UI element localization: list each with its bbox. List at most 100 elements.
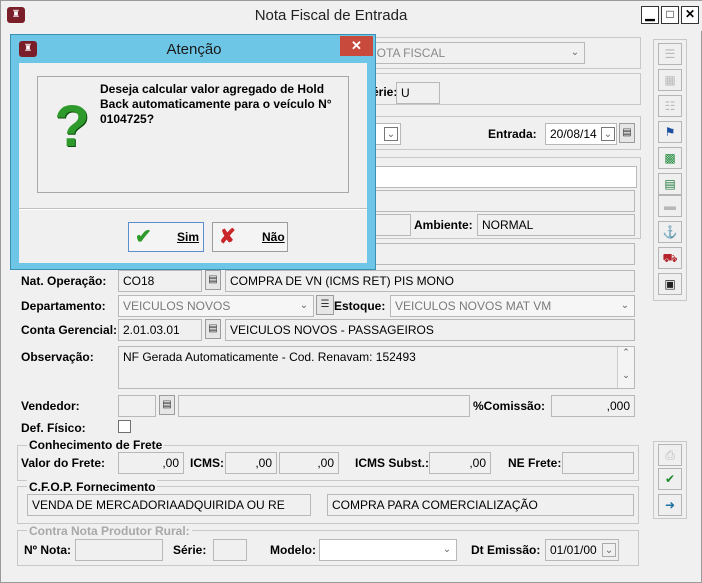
estoque-dropdown[interactable]: VEICULOS NOVOS MAT VM ⌄ <box>390 295 635 317</box>
entrada-date-value: 20/08/14 <box>550 127 597 141</box>
confirm-icon[interactable]: ✔ <box>658 468 682 490</box>
lookup-icon[interactable]: ▤ <box>159 395 175 415</box>
cfop-group-title: C.F.O.P. Fornecimento <box>27 480 158 494</box>
close-button[interactable]: ✕ <box>681 6 699 24</box>
vendedor-code-field[interactable] <box>118 395 156 417</box>
scrollbar[interactable]: ⌃ ⌄ <box>617 347 634 388</box>
nat-operacao-label: Nat. Operação: <box>21 274 107 288</box>
chevron-down-icon[interactable]: ⌄ <box>618 370 634 381</box>
departamento-dropdown[interactable]: VEICULOS NOVOS ⌄ <box>118 295 314 317</box>
chevron-down-icon: ⌄ <box>384 127 398 141</box>
ambiente-label: Ambiente: <box>414 218 473 232</box>
observacao-label: Observação: <box>21 350 94 364</box>
def-fisico-label: Def. Físico: <box>21 421 86 435</box>
x-icon: ✘ <box>219 226 236 248</box>
estoque-value: VEICULOS NOVOS MAT VM <box>395 299 552 313</box>
conta-gerencial-code-field[interactable]: 2.01.03.01 <box>118 319 202 341</box>
ne-frete-field[interactable] <box>562 452 634 474</box>
minimize-button[interactable]: ▁ <box>641 6 659 24</box>
valor-frete-label: Valor do Frete: <box>21 456 106 470</box>
dialog-body: ? Deseja calcular valor agregado de Hold… <box>19 63 367 263</box>
yes-button[interactable]: ✔ Sim <box>128 222 204 252</box>
maximize-button[interactable]: □ <box>661 6 679 24</box>
icms-value-field[interactable]: ,00 <box>279 452 339 474</box>
chevron-down-icon: ⌄ <box>601 127 615 141</box>
fornecedor-info-field <box>363 190 635 212</box>
nat-operacao-desc-field: COMPRA DE VN (ICMS RET) PIS MONO <box>225 270 635 292</box>
observacao-textarea[interactable]: NF Gerada Automaticamente - Cod. Renavam… <box>118 346 635 389</box>
tipo-nota-dropdown[interactable]: NOTA FISCAL ⌄ <box>363 42 585 64</box>
chevron-down-icon: ⌄ <box>570 47 580 58</box>
vendedor-name-field <box>178 395 470 417</box>
entrada-date-field[interactable]: 20/08/14 ⌄ <box>545 123 617 145</box>
chevron-down-icon: ⌄ <box>620 300 630 311</box>
dt-emissao-field[interactable]: 01/01/00 ⌄ <box>545 539 619 561</box>
car-icon[interactable]: ⚑ <box>658 121 682 143</box>
tree-insert-icon[interactable]: ☰ <box>658 43 682 65</box>
lookup-icon[interactable]: ▤ <box>658 173 682 195</box>
title-bar: ♜ Nota Fiscal de Entrada ▁ □ ✕ <box>1 1 702 31</box>
chevron-down-icon: ⌄ <box>442 544 452 555</box>
lookup-icon[interactable]: ▤ <box>205 319 221 339</box>
modelo-dropdown[interactable]: ⌄ <box>319 539 457 561</box>
conta-gerencial-desc-field: VEICULOS NOVOS - PASSAGEIROS <box>225 319 635 341</box>
modelo-label: Modelo: <box>270 543 316 557</box>
def-fisico-checkbox[interactable] <box>118 420 131 433</box>
ne-frete-label: NE Frete: <box>508 456 562 470</box>
trash-icon[interactable]: ▬ <box>658 195 682 217</box>
contra-nota-group-title: Contra Nota Produtor Rural: <box>27 524 192 538</box>
exit-icon[interactable]: ➜ <box>658 494 682 516</box>
vendedor-label: Vendedor: <box>21 399 80 413</box>
calendar-icon[interactable]: ▤ <box>619 123 635 143</box>
cfop-field-2: COMPRA PARA COMERCIALIZAÇÃO <box>327 494 634 516</box>
dt-emissao-value: 01/01/00 <box>550 543 597 557</box>
comissao-label: %Comissão: <box>473 399 546 413</box>
nro-nota-label: Nº Nota: <box>24 543 72 557</box>
question-mark-icon: ? <box>54 94 90 159</box>
icms-base-field[interactable]: ,00 <box>225 452 277 474</box>
icms-subst-field[interactable]: ,00 <box>429 452 491 474</box>
window-title: Nota Fiscal de Entrada <box>254 7 408 24</box>
no-button[interactable]: ✘ Não <box>212 222 288 252</box>
icms-subst-label: ICMS Subst.: <box>355 456 429 470</box>
dialog-message: Deseja calcular valor agregado de Hold B… <box>100 82 332 126</box>
serie-field[interactable]: U <box>396 82 440 104</box>
dialog-close-button[interactable]: ✕ <box>340 36 373 56</box>
departamento-value: VEICULOS NOVOS <box>123 299 231 313</box>
fornecedor-field[interactable] <box>363 166 637 188</box>
tipo-nota-value: NOTA FISCAL <box>368 46 446 60</box>
comissao-field[interactable]: ,000 <box>551 395 635 417</box>
print-icon[interactable]: ⎙ <box>658 444 682 466</box>
lookup-icon[interactable]: ▤ <box>205 270 221 290</box>
table-icon[interactable]: ▦ <box>658 69 682 91</box>
list-icon[interactable]: ☰ <box>316 295 334 315</box>
calculator-icon[interactable]: ▣ <box>658 273 682 295</box>
valor-frete-field[interactable]: ,00 <box>118 452 184 474</box>
message-box: ? Deseja calcular valor agregado de Hold… <box>37 76 349 193</box>
chevron-up-icon[interactable]: ⌃ <box>618 347 634 358</box>
ambiente-field: NORMAL <box>477 214 635 236</box>
estoque-label: Estoque: <box>334 299 386 313</box>
cfop-field-1: VENDA DE MERCADORIAADQUIRIDA OU RE <box>27 494 311 516</box>
conta-gerencial-label: Conta Gerencial: <box>21 323 118 337</box>
key-car-icon[interactable]: ⚓ <box>658 221 682 243</box>
contra-serie-label: Série: <box>173 543 207 557</box>
entrada-label: Entrada: <box>488 127 537 141</box>
document-search-icon[interactable]: ☷ <box>658 95 682 117</box>
stack-icon[interactable]: ▩ <box>658 147 682 169</box>
nro-nota-field[interactable] <box>75 539 163 561</box>
frete-group-title: Conhecimento de Frete <box>27 438 165 452</box>
chevron-down-icon: ⌄ <box>299 300 309 311</box>
pedido-field <box>363 243 635 265</box>
yes-button-label: Sim <box>177 230 200 244</box>
chevron-down-icon: ⌄ <box>602 543 616 557</box>
dt-emissao-label: Dt Emissão: <box>471 543 541 557</box>
no-button-label: Não <box>262 230 285 244</box>
attention-dialog: ♜ Atenção ✕ ? Deseja calcular valor agre… <box>10 34 376 270</box>
nat-operacao-code-field[interactable]: CO18 <box>118 270 202 292</box>
check-icon: ✔ <box>135 226 152 248</box>
truck-icon[interactable]: ⛟ <box>658 247 682 269</box>
dialog-separator <box>19 208 367 210</box>
contra-serie-field[interactable] <box>213 539 247 561</box>
dialog-title: Atenção <box>166 41 222 58</box>
